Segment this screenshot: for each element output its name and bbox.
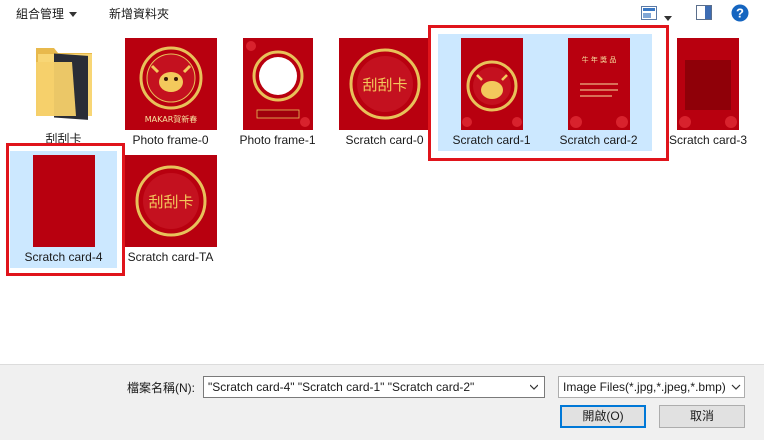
chevron-down-icon bbox=[69, 12, 78, 18]
open-button[interactable]: 開啟(O) bbox=[560, 405, 646, 428]
file-item[interactable]: Scratch card-3 bbox=[652, 34, 764, 151]
file-item[interactable]: Scratch card-1 bbox=[438, 34, 545, 151]
folder-item[interactable]: 刮刮卡 bbox=[10, 34, 117, 151]
file-item[interactable]: Photo frame-1 bbox=[224, 34, 331, 151]
preview-pane-button[interactable] bbox=[696, 5, 712, 23]
help-icon: ? bbox=[731, 4, 749, 22]
filename-combobox[interactable] bbox=[203, 376, 545, 398]
item-label: Photo frame-1 bbox=[239, 133, 316, 147]
cancel-button[interactable]: 取消 bbox=[659, 405, 745, 428]
scratch-card-thumbnail bbox=[460, 38, 523, 130]
svg-text:?: ? bbox=[736, 6, 744, 21]
scratch-card-thumbnail bbox=[32, 155, 95, 247]
preview-pane-icon bbox=[696, 5, 712, 20]
file-item[interactable]: MAKAR賀新春 Photo frame-0 bbox=[117, 34, 224, 151]
filename-input[interactable] bbox=[208, 379, 518, 395]
chevron-down-icon[interactable] bbox=[530, 383, 538, 391]
chevron-down-icon bbox=[729, 383, 741, 391]
new-folder-button[interactable]: 新增資料夾 bbox=[109, 5, 169, 23]
item-label: Scratch card-2 bbox=[559, 133, 638, 147]
item-label: Scratch card-1 bbox=[452, 133, 531, 147]
scratch-card-thumbnail: 刮刮卡 bbox=[338, 38, 431, 130]
scratch-card-thumbnail bbox=[677, 38, 739, 130]
filetype-value: Image Files(*.jpg,*.jpeg,*.bmp) bbox=[563, 380, 726, 394]
folder-icon bbox=[35, 48, 92, 120]
file-item[interactable]: 刮刮卡 Scratch card-TA bbox=[117, 151, 224, 268]
filename-label: 檔案名稱(N): bbox=[127, 381, 195, 395]
image-text: 刮刮卡 bbox=[362, 76, 407, 94]
view-icon bbox=[641, 6, 657, 20]
item-label: Scratch card-0 bbox=[345, 133, 424, 147]
filetype-select[interactable]: Image Files(*.jpg,*.jpeg,*.bmp) bbox=[558, 376, 745, 398]
dialog-footer: 檔案名稱(N): Image Files(*.jpg,*.jpeg,*.bmp)… bbox=[0, 364, 764, 440]
view-options-button[interactable] bbox=[641, 6, 657, 23]
item-label: Scratch card-TA bbox=[127, 250, 214, 264]
photo-frame-thumbnail: MAKAR賀新春 bbox=[124, 38, 217, 130]
photo-frame-thumbnail bbox=[242, 38, 313, 130]
organize-label: 組合管理 bbox=[16, 7, 65, 21]
file-item[interactable]: 刮刮卡 Scratch card-0 bbox=[331, 34, 438, 151]
toolbar: 組合管理 新增資料夾 ? bbox=[0, 0, 764, 28]
organize-menu[interactable]: 組合管理 bbox=[16, 5, 78, 23]
scratch-card-thumbnail: 刮刮卡 bbox=[124, 155, 217, 247]
file-list[interactable]: 刮刮卡 MAKAR賀新春 Photo frame-0 Photo frame-1 bbox=[0, 28, 764, 364]
chevron-down-icon bbox=[664, 16, 672, 22]
help-button[interactable]: ? bbox=[731, 4, 749, 25]
file-item[interactable]: Scratch card-4 bbox=[10, 151, 117, 268]
item-label: Scratch card-4 bbox=[24, 250, 103, 264]
image-text: 刮刮卡 bbox=[148, 193, 193, 211]
view-options-dropdown[interactable] bbox=[664, 11, 672, 25]
image-text: 牛 年 獎 品 bbox=[581, 55, 616, 64]
item-label: 刮刮卡 bbox=[45, 132, 82, 146]
image-text: MAKAR賀新春 bbox=[144, 114, 197, 124]
file-item[interactable]: 牛 年 獎 品 Scratch card-2 bbox=[545, 34, 652, 151]
scratch-card-thumbnail: 牛 年 獎 品 bbox=[567, 38, 630, 130]
item-label: Photo frame-0 bbox=[132, 133, 209, 147]
item-label: Scratch card-3 bbox=[668, 133, 748, 147]
